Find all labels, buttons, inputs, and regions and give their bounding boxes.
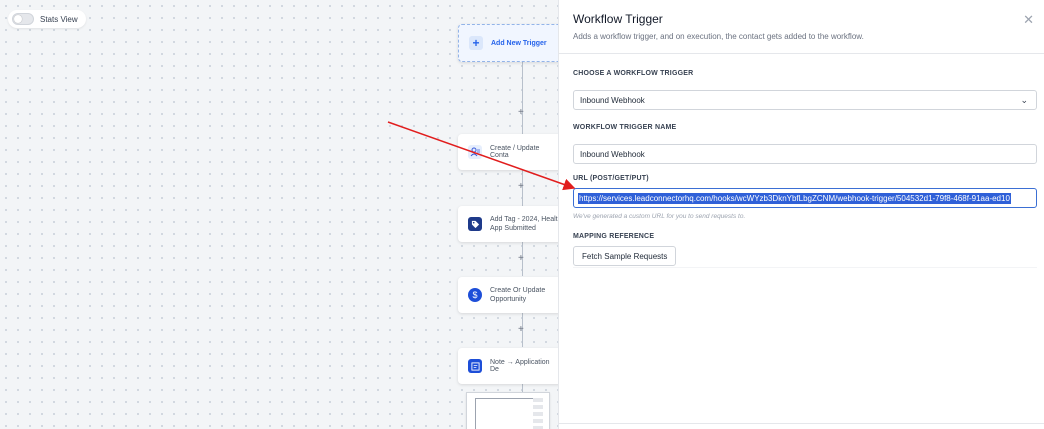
stats-view-toggle[interactable]: Stats View (8, 10, 86, 28)
trigger-name-label: WORKFLOW TRIGGER NAME (573, 124, 677, 131)
webhook-url-input[interactable]: https://services.leadconnectorhq.com/hoo… (573, 188, 1037, 208)
node-label: Create Or Update Opportunity (490, 287, 546, 303)
trigger-name-value: Inbound Webhook (580, 149, 645, 159)
mapping-reference-label: MAPPING REFERENCE (573, 233, 655, 240)
add-step-plus[interactable]: + (518, 254, 524, 264)
webhook-url-value: https://services.leadconnectorhq.com/hoo… (578, 192, 1011, 204)
dollar-icon: $ (468, 288, 482, 302)
workflow-node-create-opportunity[interactable]: $ Create Or Update Opportunity (458, 277, 560, 313)
node-label: Add Tag - 2024, Healt App Submitted (490, 216, 558, 232)
panel-footer (559, 423, 1044, 429)
contact-icon (468, 145, 482, 159)
url-label: URL (POST/GET/PUT) (573, 175, 649, 182)
close-icon[interactable]: ✕ (1023, 12, 1034, 28)
node-label: Create / Update Conta (490, 145, 540, 159)
toggle-switch[interactable] (12, 13, 34, 25)
trigger-type-value: Inbound Webhook (580, 95, 645, 105)
chevron-down-icon: ⌄ (1020, 95, 1028, 105)
add-step-plus[interactable]: + (518, 108, 524, 118)
trigger-node-label: Add New Trigger (491, 39, 547, 47)
minimap-viewport (475, 398, 541, 429)
panel-subtitle: Adds a workflow trigger, and on executio… (573, 32, 864, 41)
note-icon (468, 359, 482, 373)
panel-header: Workflow Trigger Adds a workflow trigger… (559, 0, 1044, 54)
minimap[interactable] (466, 392, 550, 429)
tag-icon (468, 217, 482, 231)
workflow-node-add-tag[interactable]: Add Tag - 2024, Healt App Submitted (458, 206, 560, 242)
url-hint: We've generated a custom URL for you to … (573, 213, 746, 220)
trigger-type-select[interactable]: Inbound Webhook ⌄ (573, 90, 1037, 110)
choose-trigger-label: CHOOSE A WORKFLOW TRIGGER (573, 70, 694, 77)
add-new-trigger-node[interactable]: + Add New Trigger (458, 24, 560, 62)
add-step-plus[interactable]: + (518, 325, 524, 335)
connector-line (522, 62, 523, 134)
workflow-trigger-panel: Workflow Trigger Adds a workflow trigger… (558, 0, 1044, 429)
stats-view-label: Stats View (40, 14, 78, 24)
workflow-node-note[interactable]: Note → Application De (458, 348, 560, 384)
panel-title: Workflow Trigger (573, 12, 663, 26)
fetch-sample-requests-button[interactable]: Fetch Sample Requests (573, 246, 677, 266)
node-label: Note → Application De (490, 359, 550, 373)
minimap-bars (533, 398, 543, 429)
workflow-canvas[interactable]: Stats View + + + + + Add New Trigger Cre… (0, 0, 560, 429)
trigger-name-input[interactable]: Inbound Webhook (573, 144, 1037, 164)
add-step-plus[interactable]: + (518, 182, 524, 192)
workflow-node-create-update-contact[interactable]: Create / Update Conta (458, 134, 560, 170)
plus-icon: + (469, 36, 483, 50)
